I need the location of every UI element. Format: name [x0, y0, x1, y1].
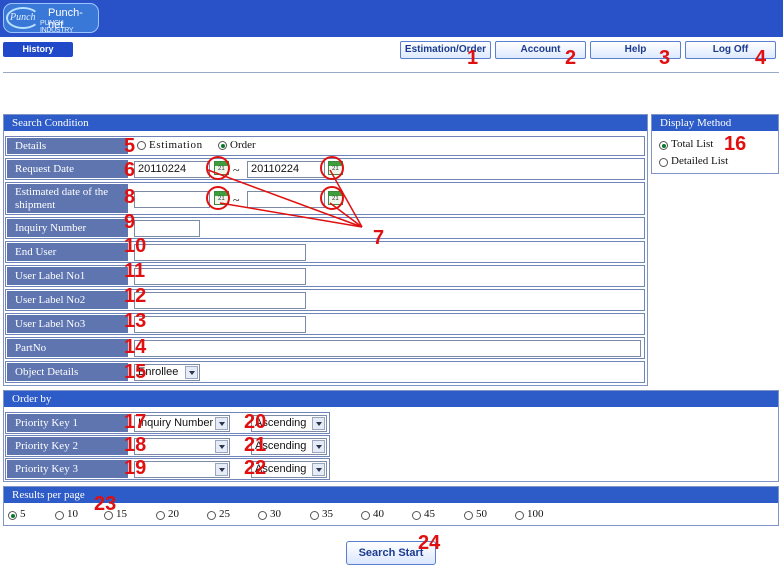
- annotation-circle: [206, 186, 230, 210]
- annotation-circle: [320, 186, 344, 210]
- annotation-circle: [206, 156, 230, 180]
- annotation-number-5: 5: [124, 135, 136, 157]
- annotation-number-18: 18: [124, 434, 147, 456]
- annotation-number-7: 7: [373, 227, 385, 249]
- annotation-number-22: 22: [244, 457, 267, 479]
- annotation-number-9: 9: [124, 211, 136, 233]
- annotation-lines: [207, 169, 363, 228]
- annotation-number-12: 12: [124, 285, 147, 307]
- annotation-number-23: 23: [94, 493, 117, 515]
- annotation-number-2: 2: [565, 47, 577, 69]
- annotation-number-3: 3: [659, 47, 671, 69]
- annotation-number-24: 24: [418, 532, 441, 554]
- annotation-number-10: 10: [124, 235, 147, 257]
- annotation-number-19: 19: [124, 457, 147, 479]
- annotation-number-17: 17: [124, 411, 147, 433]
- annotation-number-16: 16: [724, 133, 747, 155]
- annotation-number-15: 15: [124, 361, 147, 383]
- annotation-number-20: 20: [244, 411, 267, 433]
- annotation-number-4: 4: [755, 47, 767, 69]
- annotation-number-8: 8: [124, 186, 136, 208]
- annotation-number-13: 13: [124, 310, 147, 332]
- annotation-number-21: 21: [244, 434, 267, 456]
- annotation-circle: [320, 156, 344, 180]
- annotation-number-14: 14: [124, 336, 147, 358]
- annotation-number-11: 11: [124, 260, 146, 282]
- annotation-number-1: 1: [467, 47, 479, 69]
- annotation-number-6: 6: [124, 159, 136, 181]
